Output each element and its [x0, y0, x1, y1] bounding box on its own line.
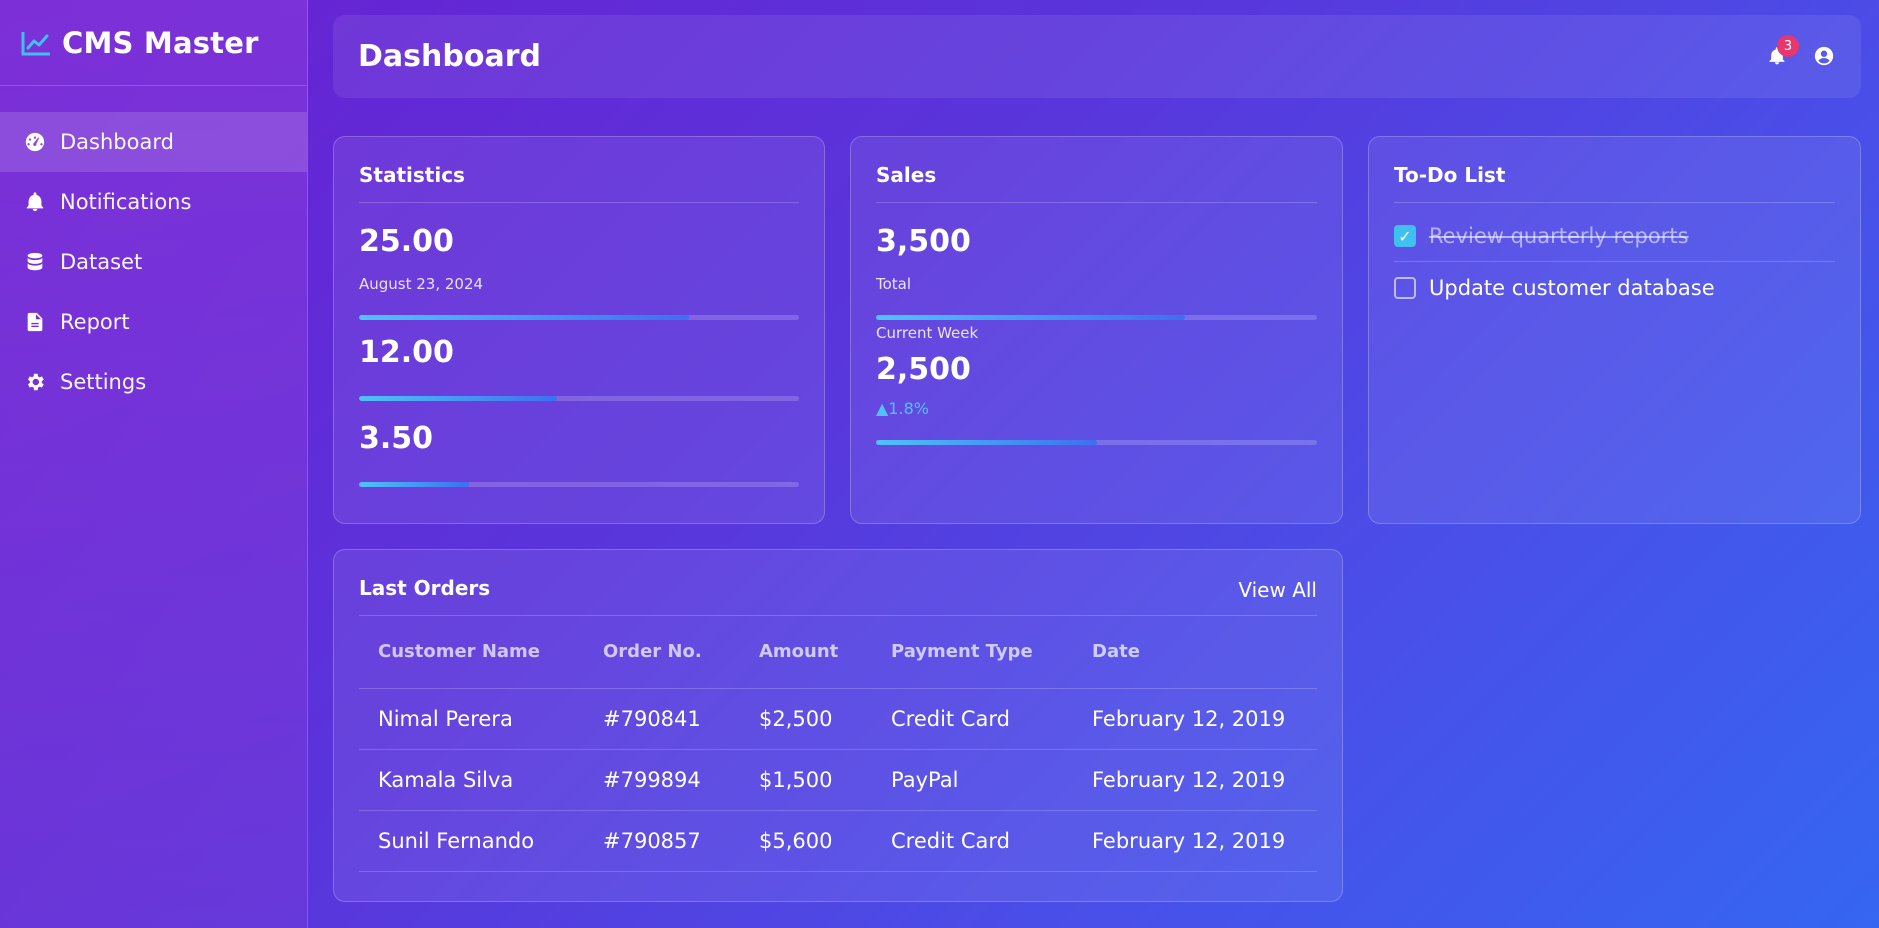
stat-value: 12.00: [359, 335, 454, 370]
user-menu-button[interactable]: [1813, 45, 1837, 69]
customer-name-cell: Kamala Silva: [359, 749, 584, 811]
stat-progress-bar: [359, 482, 799, 487]
sales-total-progress: [876, 315, 1317, 320]
sidebar-item-dataset[interactable]: Dataset: [0, 232, 307, 292]
database-icon: [27, 252, 43, 271]
notifications-button[interactable]: 3: [1767, 35, 1799, 69]
todo-list: ✓ Review quarterly reports Update custom…: [1394, 211, 1835, 313]
column-header: Payment Type: [872, 616, 1073, 689]
card-title: Last Orders: [359, 576, 1317, 616]
order-no-cell: #790857: [584, 810, 740, 872]
stat-progress-bar: [359, 396, 799, 401]
sales-change: ▲1.8%: [876, 399, 929, 418]
sidebar: CMS Master Dashboard Notifications Datas…: [0, 0, 308, 928]
sidebar-item-label: Report: [60, 310, 130, 334]
column-header: Order No.: [584, 616, 740, 689]
column-header: Amount: [740, 616, 872, 689]
page-title: Dashboard: [358, 39, 541, 74]
view-all-link[interactable]: View All: [1238, 578, 1317, 602]
user-circle-icon: [1814, 46, 1834, 66]
amount-cell: $1,500: [740, 749, 872, 811]
notification-badge: 3: [1777, 35, 1799, 57]
sidebar-item-notifications[interactable]: Notifications: [0, 172, 307, 232]
date-cell: February 12, 2019: [1073, 688, 1317, 750]
column-header: Customer Name: [359, 616, 584, 689]
date-cell: February 12, 2019: [1073, 749, 1317, 811]
sidebar-item-report[interactable]: Report: [0, 292, 307, 352]
sidebar-item-dashboard[interactable]: Dashboard: [0, 112, 307, 172]
stat-value: 3.50: [359, 421, 434, 456]
brand-name: CMS Master: [62, 25, 259, 60]
sidebar-item-settings[interactable]: Settings: [0, 352, 307, 412]
column-header: Date: [1073, 616, 1317, 689]
table-row[interactable]: Kamala Silva #799894 $1,500 PayPal Febru…: [359, 749, 1317, 811]
statistics-card: Statistics 25.00 August 23, 2024 12.00 3…: [333, 136, 825, 524]
sidebar-item-label: Notifications: [60, 190, 192, 214]
card-title: Sales: [876, 163, 1317, 203]
sales-total-label: Total: [876, 275, 912, 293]
todo-card: To-Do List ✓ Review quarterly reports Up…: [1368, 136, 1861, 524]
date-cell: February 12, 2019: [1073, 810, 1317, 872]
order-no-cell: #799894: [584, 749, 740, 811]
sales-total-value: 3,500: [876, 224, 971, 259]
todo-item[interactable]: ✓ Review quarterly reports: [1394, 211, 1835, 262]
payment-type-cell: PayPal: [872, 749, 1073, 811]
sidebar-item-label: Dataset: [60, 250, 143, 274]
file-icon: [27, 312, 43, 332]
todo-item[interactable]: Update customer database: [1394, 262, 1835, 313]
chart-line-icon: [21, 31, 50, 55]
sidebar-nav: Dashboard Notifications Dataset Report S…: [0, 112, 307, 412]
top-header: Dashboard 3: [333, 15, 1861, 98]
stat-progress-bar: [359, 315, 799, 320]
last-orders-card: Last Orders View All Customer Name Order…: [333, 549, 1343, 902]
todo-label: Review quarterly reports: [1429, 224, 1689, 248]
todo-checkbox[interactable]: [1394, 276, 1416, 299]
table-row[interactable]: Nimal Perera #790841 $2,500 Credit Card …: [359, 688, 1317, 750]
sales-week-value: 2,500: [876, 352, 971, 387]
amount-cell: $5,600: [740, 810, 872, 872]
order-no-cell: #790841: [584, 688, 740, 750]
stat-date: August 23, 2024: [359, 275, 484, 293]
sales-week-label: Current Week: [876, 324, 979, 342]
bell-icon: [26, 192, 44, 212]
brand[interactable]: CMS Master: [0, 0, 307, 86]
sidebar-item-label: Dashboard: [60, 130, 174, 154]
card-title: To-Do List: [1394, 163, 1835, 203]
gauge-icon: [25, 132, 45, 152]
payment-type-cell: Credit Card: [872, 810, 1073, 872]
customer-name-cell: Nimal Perera: [359, 688, 584, 750]
gear-icon: [27, 373, 44, 391]
table-row[interactable]: Sunil Fernando #790857 $5,600 Credit Car…: [359, 810, 1317, 872]
sidebar-item-label: Settings: [60, 370, 147, 394]
sales-card: Sales 3,500 Total Current Week 2,500 ▲1.…: [850, 136, 1343, 524]
card-title: Statistics: [359, 163, 799, 203]
sales-week-progress: [876, 440, 1317, 445]
stat-value: 25.00: [359, 224, 454, 259]
payment-type-cell: Credit Card: [872, 688, 1073, 750]
todo-label: Update customer database: [1429, 275, 1715, 300]
orders-table: Customer Name Order No. Amount Payment T…: [359, 616, 1317, 872]
amount-cell: $2,500: [740, 688, 872, 750]
customer-name-cell: Sunil Fernando: [359, 810, 584, 872]
todo-checkbox[interactable]: ✓: [1394, 225, 1416, 247]
table-header-row: Customer Name Order No. Amount Payment T…: [359, 616, 1317, 689]
